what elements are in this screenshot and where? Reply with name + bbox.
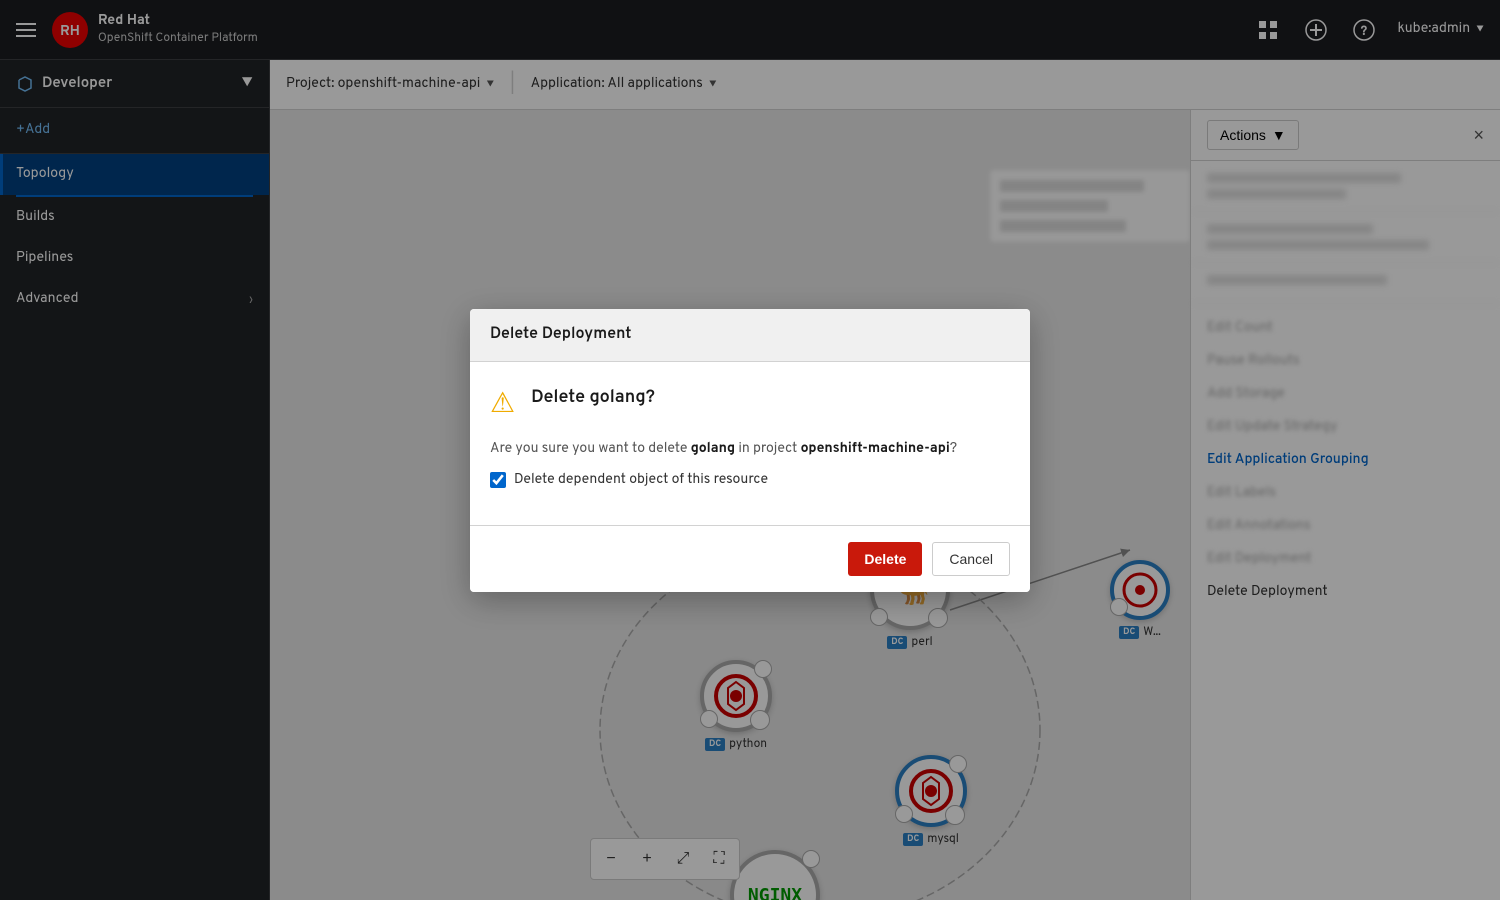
modal-title: Delete Deployment [490,325,631,345]
delete-dependent-checkbox[interactable] [490,472,506,488]
modal-resource-name: golang [691,441,735,458]
modal-header: Delete Deployment [470,309,1030,362]
modal-desc-part2: in project [735,441,801,458]
warning-icon: ⚠ [490,386,515,423]
modal-body: ⚠ Delete golang? Are you sure you want t… [470,362,1030,525]
modal-checkbox-label[interactable]: Delete dependent object of this resource [490,472,1010,489]
delete-button[interactable]: Delete [848,542,922,576]
modal-project-name: openshift-machine-api [801,441,950,458]
modal-footer: Delete Cancel [470,525,1030,592]
modal-warning: ⚠ Delete golang? [490,386,1010,423]
checkbox-label-text: Delete dependent object of this resource [514,472,768,489]
modal-description: Are you sure you want to delete golang i… [490,439,1010,460]
modal-overlay: Delete Deployment ⚠ Delete golang? Are y… [0,0,1500,900]
delete-deployment-modal: Delete Deployment ⚠ Delete golang? Are y… [470,309,1030,592]
modal-desc-part3: ? [950,441,957,458]
modal-delete-title: Delete golang? [531,386,655,409]
cancel-button[interactable]: Cancel [932,542,1010,576]
modal-desc-part1: Are you sure you want to delete [490,441,691,458]
